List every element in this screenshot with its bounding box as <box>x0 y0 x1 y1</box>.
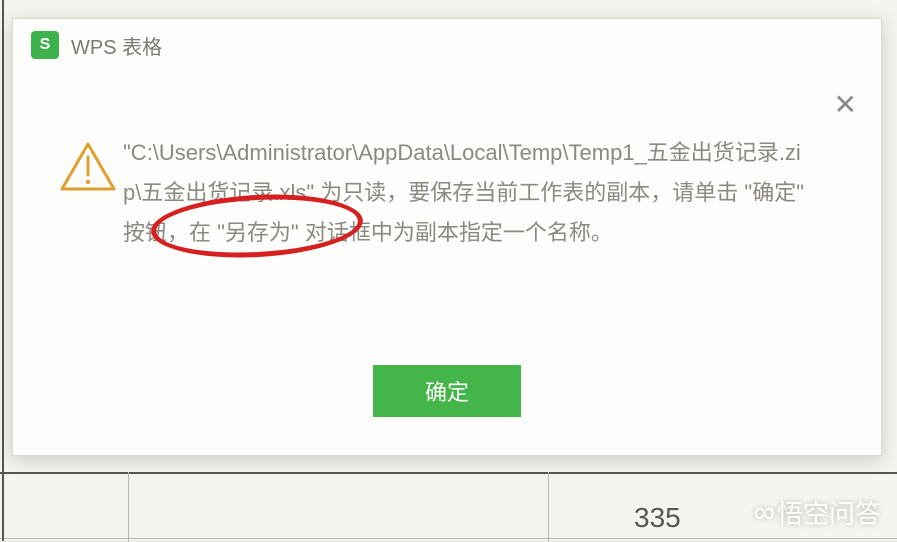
dialog-message: "C:\Users\Administrator\AppData\Local\Te… <box>123 133 811 253</box>
app-title: WPS 表格 <box>71 31 162 60</box>
message-dialog: S WPS 表格 ✕ "C:\Users\Administrator\AppDa… <box>12 18 882 456</box>
watermark: ∞ 悟空问答 <box>754 494 881 531</box>
ok-button[interactable]: 确定 <box>373 365 521 417</box>
cell-value: 335 <box>634 502 681 534</box>
warning-icon <box>53 133 123 193</box>
watermark-icon: ∞ <box>754 496 769 530</box>
close-button[interactable]: ✕ <box>834 91 857 119</box>
title-bar: S WPS 表格 <box>13 19 881 71</box>
wps-app-icon: S <box>31 31 59 59</box>
watermark-text: 悟空问答 <box>777 494 881 531</box>
